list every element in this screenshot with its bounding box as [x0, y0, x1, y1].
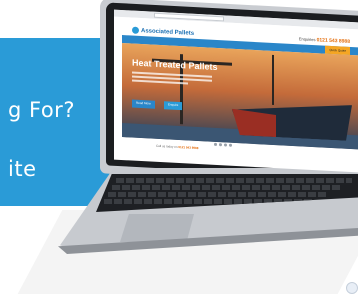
hero-read-more-button[interactable]: Read More	[132, 99, 155, 109]
hero-text-line	[132, 79, 188, 85]
call-strip-text: Call us today on	[156, 143, 178, 149]
hero-text	[132, 71, 212, 94]
crane-mast	[272, 54, 274, 105]
laptop: Associated Pallets Enquiries 0121 543 89…	[0, 0, 358, 294]
key-row	[116, 178, 352, 183]
hero-enquire-button[interactable]: Enquire	[164, 101, 183, 111]
phone-number[interactable]: 0121 543 8988	[317, 37, 350, 45]
hero-slider: Heat Treated Pallets Read More Enquire	[122, 43, 358, 150]
slider-dot[interactable]	[219, 143, 222, 147]
hero-title: Heat Treated Pallets	[132, 57, 218, 73]
slider-dot[interactable]	[214, 142, 217, 147]
banner-image: g For? ite Associated Pallets Enquiries	[0, 0, 358, 294]
phone-label: Enquiries	[298, 36, 316, 43]
key-row	[112, 185, 340, 190]
recaptcha-icon[interactable]	[346, 282, 358, 294]
laptop-trackpad	[120, 214, 194, 242]
call-strip-number[interactable]: 0121 543 8988	[178, 145, 198, 150]
site-phone: Enquiries 0121 543 8988	[299, 36, 350, 45]
slider-dot[interactable]	[224, 143, 227, 147]
logo-icon	[132, 26, 139, 34]
key-row	[108, 192, 328, 197]
slider-dot[interactable]	[229, 143, 232, 147]
laptop-screen: Associated Pallets Enquiries 0121 543 89…	[114, 9, 358, 173]
